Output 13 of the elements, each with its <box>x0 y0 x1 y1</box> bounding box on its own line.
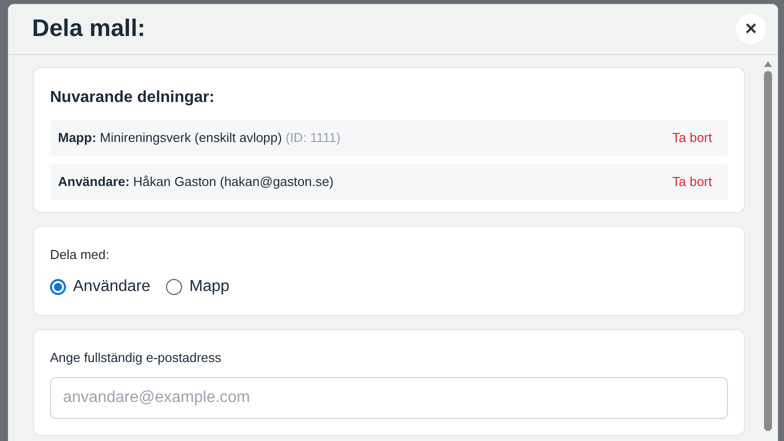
close-button[interactable]: × <box>736 14 766 44</box>
field-label: Dela med: <box>50 246 110 264</box>
share-text: Mapp: Minireningsverk (enskilt avlopp) (ID: 1111) <box>58 129 341 148</box>
scroll-up-icon[interactable] <box>764 61 772 67</box>
section-heading: Nuvarande delningar: <box>50 88 216 108</box>
radio-option[interactable]: Användare <box>50 274 150 298</box>
remove-link[interactable]: Ta bort <box>672 172 712 192</box>
dialog-title: Dela mall: <box>32 14 146 44</box>
field-label: Ange fullständig e-postadress <box>50 348 222 367</box>
email-field[interactable]: anvandare@example.com <box>50 377 728 419</box>
remove-link[interactable]: Ta bort <box>672 128 712 148</box>
radio-option[interactable]: Mapp <box>166 274 230 298</box>
share-text: Användare: Håkan Gaston (hakan@gaston.se) <box>58 173 334 192</box>
